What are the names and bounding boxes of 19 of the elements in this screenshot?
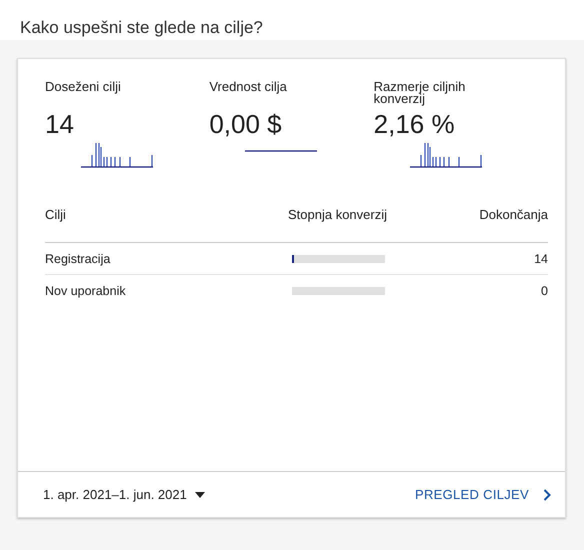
- metric-label: Vrednost cilja: [209, 81, 288, 96]
- metric-label: Razmerje ciljnih konverzij: [374, 81, 466, 105]
- completions-value: 0: [540, 284, 548, 298]
- completions-value: 14: [533, 252, 548, 266]
- column-header: Dokončanja: [478, 207, 548, 222]
- page-title: Kako uspešni ste glede na cilje?: [0, 0, 584, 40]
- metric-label: Doseženi cilji: [45, 81, 122, 96]
- sparkline: [81, 140, 153, 168]
- date-range-dropdown[interactable]: 1. apr. 2021–1. jun. 2021: [43, 487, 205, 502]
- column-header: Cilji: [45, 207, 67, 222]
- caret-icon: [194, 492, 205, 498]
- metric-value: 2,16 %: [374, 109, 456, 140]
- metric-value: 14: [45, 109, 75, 140]
- goal-name: Nov uporabnik: [45, 284, 127, 298]
- column-header: Stopnja konverzij: [288, 207, 388, 222]
- chevron-right-icon: [543, 488, 551, 500]
- goals-overview-link[interactable]: PREGLED CILJEV: [414, 487, 551, 502]
- goal-name: Registracija: [45, 252, 112, 266]
- metric-value: 0,00 $: [209, 109, 283, 140]
